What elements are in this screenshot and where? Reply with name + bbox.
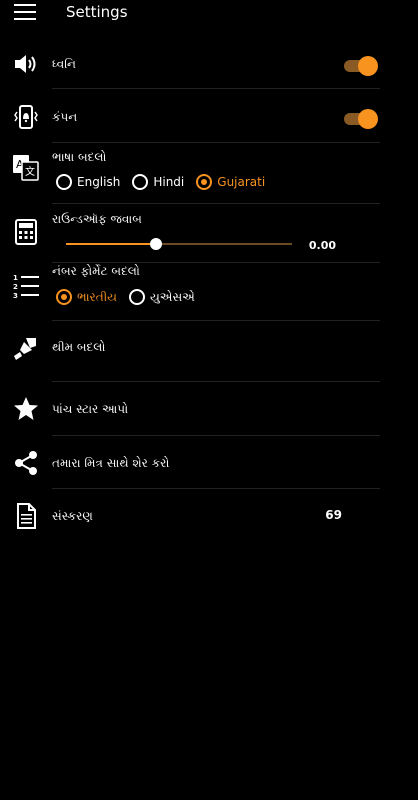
- language-label: ભાષા બદલો: [52, 150, 107, 164]
- svg-text:1: 1: [13, 274, 18, 282]
- version-row: સંસ્કરણ 69: [0, 498, 380, 534]
- number-format-options: ભારતીય યુએસએ: [56, 289, 207, 305]
- share-row[interactable]: તમારા મિત્ર સાથે શેર કરો: [0, 444, 380, 484]
- calculator-icon: [15, 219, 37, 245]
- translate-icon: A 文: [13, 155, 39, 181]
- paint-brush-icon: [14, 338, 36, 360]
- vibration-row[interactable]: કંપન: [0, 100, 380, 136]
- svg-text:文: 文: [25, 165, 35, 178]
- rate-label: પાંચ સ્ટાર આપો: [52, 402, 129, 416]
- divider: [52, 320, 380, 321]
- roundoff-value: 0.00: [308, 239, 336, 252]
- vibration-label: કંપન: [52, 110, 78, 124]
- version-label: સંસ્કરણ: [52, 509, 93, 523]
- sound-row[interactable]: ધ્વનિ: [0, 46, 380, 82]
- divider: [52, 203, 380, 204]
- sound-toggle[interactable]: [344, 56, 378, 76]
- roundoff-row: રાઉન્ડઑફ જવાબ 0.00: [0, 208, 380, 258]
- app-bar: Settings: [0, 0, 418, 30]
- roundoff-label: રાઉન્ડઑફ જવાબ: [52, 212, 142, 226]
- share-icon: [15, 451, 37, 475]
- numbered-list-icon: 123: [13, 274, 39, 300]
- sound-label: ધ્વનિ: [52, 57, 76, 71]
- menu-icon[interactable]: [14, 4, 36, 20]
- document-icon: [17, 503, 36, 529]
- slider-knob[interactable]: [150, 238, 163, 250]
- divider: [52, 381, 380, 382]
- number-format-label: નંબર ફોર્મેટ બદલો: [52, 264, 140, 278]
- format-option-indian[interactable]: ભારતીય: [56, 289, 117, 305]
- share-label: તમારા મિત્ર સાથે શેર કરો: [52, 456, 170, 470]
- language-option-gujarati[interactable]: Gujarati: [196, 174, 265, 190]
- speaker-icon: [15, 55, 36, 73]
- number-format-row: 123 નંબર ફોર્મેટ બદલો ભારતીય યુએસએ: [0, 264, 380, 316]
- divider: [52, 435, 380, 436]
- theme-label: થીમ બદલો: [52, 340, 106, 354]
- divider: [52, 262, 380, 263]
- version-value: 69: [325, 508, 342, 522]
- format-option-usa[interactable]: યુએસએ: [128, 289, 195, 305]
- vibration-icon: [14, 105, 38, 129]
- language-options: English Hindi Gujarati: [56, 174, 277, 190]
- divider: [52, 88, 380, 89]
- star-icon: [14, 397, 38, 420]
- language-row: A 文 ભાષા બદલો English Hindi Gujarati: [0, 148, 380, 200]
- roundoff-slider[interactable]: [66, 234, 292, 254]
- divider: [52, 142, 380, 143]
- language-option-hindi[interactable]: Hindi: [132, 174, 184, 190]
- svg-text:2: 2: [13, 283, 18, 291]
- language-option-english[interactable]: English: [56, 174, 120, 190]
- svg-text:3: 3: [13, 292, 18, 300]
- theme-row[interactable]: થીમ બદલો: [0, 328, 380, 368]
- vibration-toggle[interactable]: [344, 109, 378, 129]
- rate-row[interactable]: પાંચ સ્ટાર આપો: [0, 390, 380, 430]
- divider: [52, 488, 380, 489]
- page-title: Settings: [66, 3, 128, 21]
